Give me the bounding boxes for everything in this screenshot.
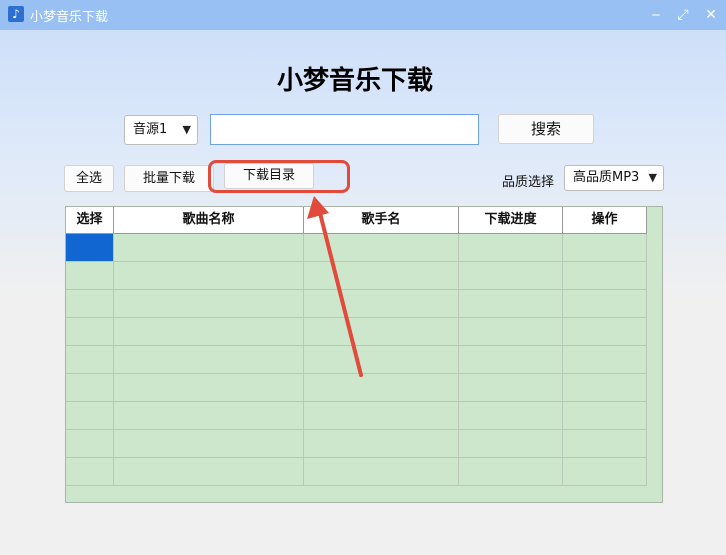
table-cell[interactable] [563, 318, 647, 346]
page-title: 小梦音乐下载 [276, 66, 433, 96]
maximize-button[interactable]: ⤢ [668, 0, 698, 30]
quality-select[interactable]: 高品质MP3 ▼ [564, 165, 664, 191]
table-cell[interactable] [114, 374, 304, 402]
music-note-icon: ♪ [8, 6, 24, 22]
table-cell[interactable] [563, 458, 647, 486]
table-cell[interactable] [114, 262, 304, 290]
table-cell[interactable] [304, 402, 459, 430]
table-cell[interactable] [563, 234, 647, 262]
table-cell[interactable] [114, 346, 304, 374]
table-cell[interactable] [66, 346, 114, 374]
table-cell[interactable] [459, 318, 563, 346]
table-cell[interactable] [66, 318, 114, 346]
table-cell[interactable] [563, 430, 647, 458]
table-cell[interactable] [563, 374, 647, 402]
table-cell[interactable] [459, 234, 563, 262]
search-button[interactable]: 搜索 [498, 114, 594, 144]
column-header[interactable]: 操作 [563, 207, 647, 234]
source-select[interactable]: 音源1 ▼ [124, 115, 198, 145]
column-header[interactable]: 下载进度 [459, 207, 563, 234]
table-cell[interactable] [459, 262, 563, 290]
table-cell[interactable] [66, 402, 114, 430]
table-cell[interactable] [114, 458, 304, 486]
table-cell[interactable] [114, 290, 304, 318]
column-header[interactable]: 歌手名 [304, 207, 459, 234]
chevron-down-icon: ▼ [182, 123, 191, 136]
table-cell[interactable] [304, 458, 459, 486]
song-table[interactable]: 选择 歌曲名称 歌手名 下载进度 操作 [65, 206, 663, 503]
table-cell[interactable] [66, 430, 114, 458]
table-cell[interactable] [563, 402, 647, 430]
table-cell[interactable] [114, 234, 304, 262]
title-bar: ♪ 小梦音乐下载 ‒ ⤢ ✕ [0, 0, 726, 30]
table-cell[interactable] [304, 318, 459, 346]
table-cell[interactable] [459, 290, 563, 318]
table-cell[interactable] [459, 402, 563, 430]
table-cell[interactable] [459, 458, 563, 486]
column-header[interactable]: 选择 [66, 207, 114, 234]
table-cell[interactable] [459, 374, 563, 402]
table-cell[interactable] [304, 234, 459, 262]
table-cell[interactable] [563, 346, 647, 374]
table-cell[interactable] [563, 262, 647, 290]
table-cell[interactable] [66, 290, 114, 318]
batch-download-button[interactable]: 批量下载 [124, 165, 214, 192]
table-cell[interactable] [459, 346, 563, 374]
table-cell[interactable] [66, 458, 114, 486]
chevron-down-icon: ▼ [648, 171, 657, 184]
table-cell[interactable] [304, 262, 459, 290]
table-cell[interactable] [459, 430, 563, 458]
table-cell[interactable] [304, 346, 459, 374]
quality-label: 品质选择 [502, 175, 555, 190]
search-input[interactable] [210, 114, 479, 145]
quality-select-value: 高品质MP3 [573, 170, 640, 185]
minimize-button[interactable]: ‒ [641, 0, 671, 30]
annotation-highlight-box [208, 160, 350, 193]
table-cell[interactable] [66, 374, 114, 402]
table-cell[interactable] [304, 430, 459, 458]
table-cell[interactable] [66, 262, 114, 290]
close-button[interactable]: ✕ [696, 0, 726, 30]
table-cell[interactable] [114, 430, 304, 458]
table-cell[interactable] [114, 318, 304, 346]
window-title: 小梦音乐下载 [30, 10, 109, 25]
select-all-button[interactable]: 全选 [64, 165, 114, 192]
table-cell[interactable] [304, 290, 459, 318]
source-select-value: 音源1 [133, 122, 168, 137]
column-header[interactable]: 歌曲名称 [114, 207, 304, 234]
table-cell[interactable] [563, 290, 647, 318]
table-cell[interactable] [304, 374, 459, 402]
table-cell[interactable] [114, 402, 304, 430]
table-cell[interactable] [66, 234, 114, 262]
